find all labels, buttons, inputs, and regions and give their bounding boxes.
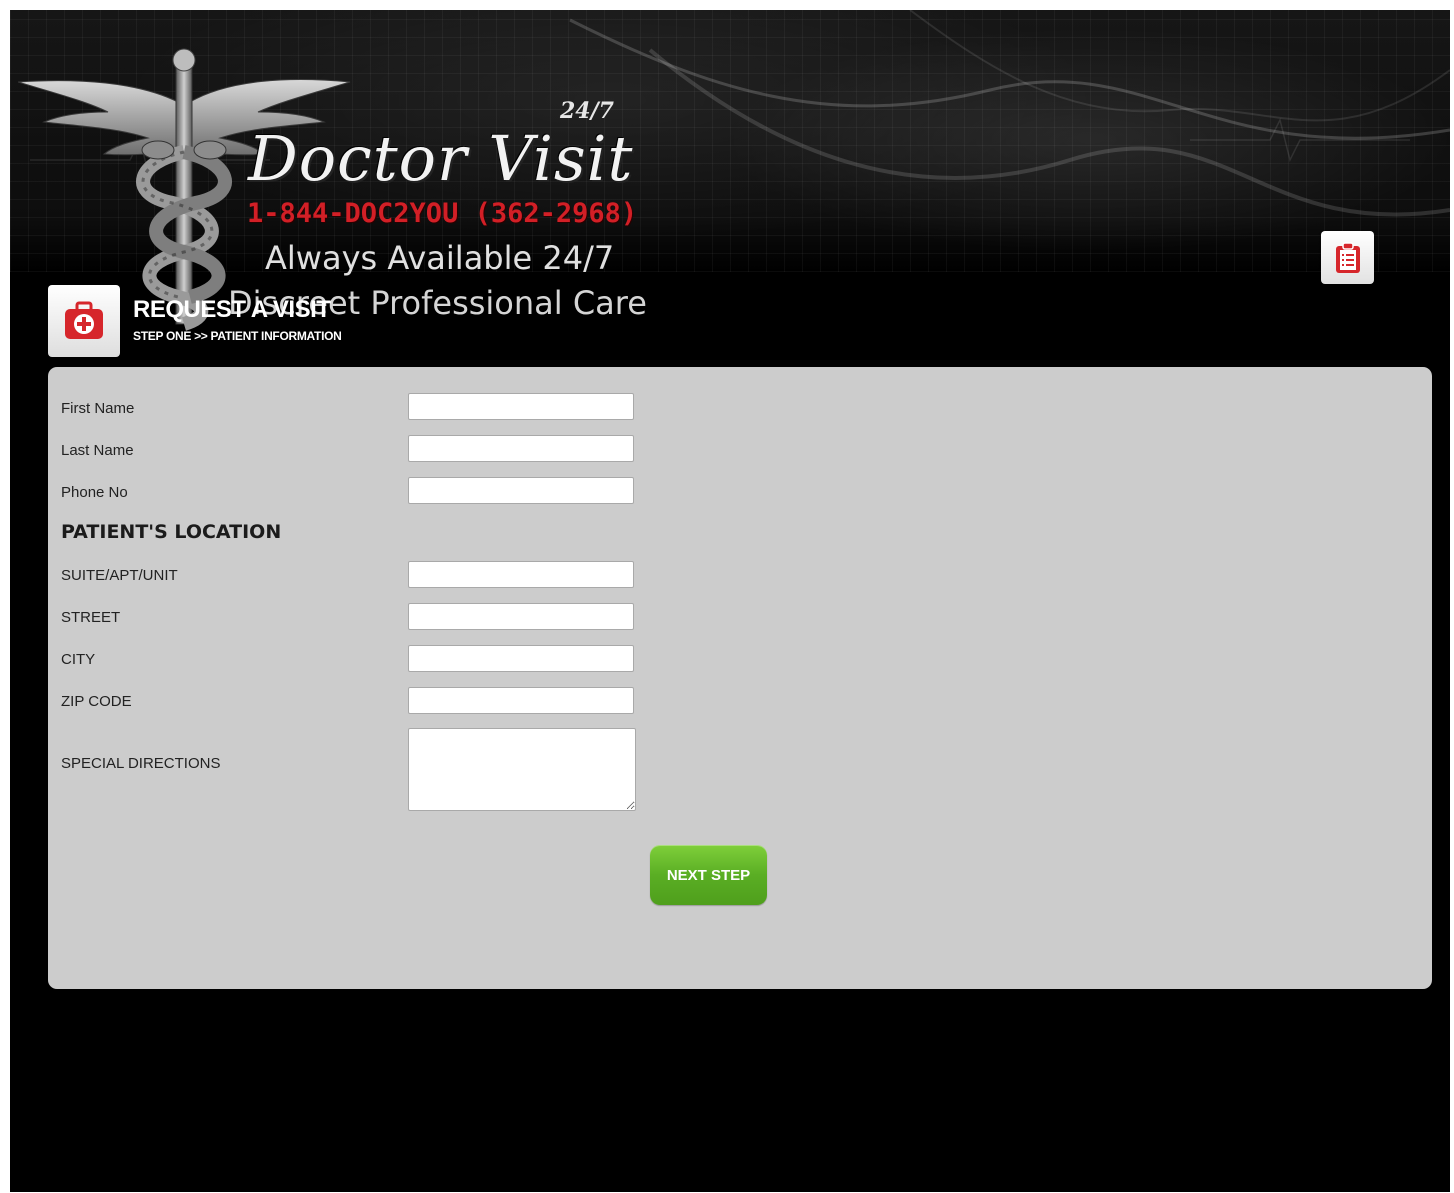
- logo-24-7-badge: 24/7: [560, 98, 614, 124]
- logo-doctor-visit: Doctor Visit: [248, 122, 634, 195]
- clipboard-button[interactable]: [1321, 231, 1374, 284]
- step-indicator: STEP ONE >> PATIENT INFORMATION: [133, 329, 342, 343]
- special-directions-label: SPECIAL DIRECTIONS: [61, 755, 221, 772]
- first-name-field[interactable]: [408, 393, 634, 420]
- suite-field[interactable]: [408, 561, 634, 588]
- city-label: CITY: [61, 651, 96, 668]
- logo-tagline-availability: Always Available 24/7: [265, 239, 615, 277]
- medical-kit-tile: [48, 285, 120, 357]
- phone-label: Phone No: [61, 484, 128, 501]
- logo-phone-number: 1-844-DOC2YOU (362-2968): [247, 198, 638, 229]
- special-directions-field[interactable]: [408, 728, 636, 811]
- medical-kit-icon: [65, 301, 103, 339]
- zip-code-label: ZIP CODE: [61, 693, 132, 710]
- clipboard-icon: [1335, 241, 1360, 273]
- page-title: REQUEST A VISIT: [133, 296, 331, 323]
- street-label: STREET: [61, 609, 121, 626]
- street-field[interactable]: [408, 603, 634, 630]
- zip-code-field[interactable]: [408, 687, 634, 714]
- patient-info-form: First Name Last Name Phone No PATIENT'S …: [48, 367, 1432, 989]
- last-name-label: Last Name: [61, 442, 134, 459]
- page-frame: Doctor Visit 24/7 1-844-DOC2YOU (362-296…: [10, 10, 1450, 1192]
- suite-label: SUITE/APT/UNIT: [61, 567, 178, 584]
- phone-field[interactable]: [408, 477, 634, 504]
- city-field[interactable]: [408, 645, 634, 672]
- next-step-button[interactable]: NEXT STEP: [650, 845, 767, 905]
- patient-location-heading: PATIENT'S LOCATION: [61, 521, 282, 543]
- first-name-label: First Name: [61, 400, 135, 417]
- last-name-field[interactable]: [408, 435, 634, 462]
